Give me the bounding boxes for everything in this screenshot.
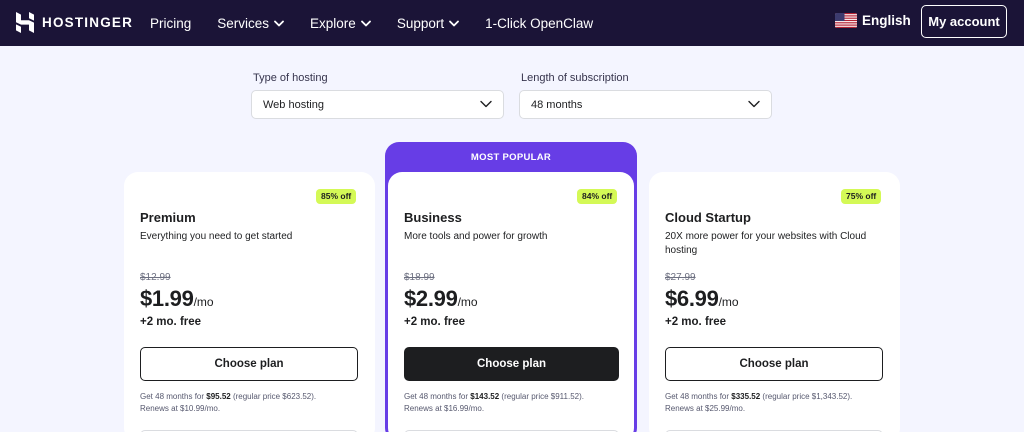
plan-price: $2.99/mo bbox=[404, 286, 478, 312]
renewal-rate: Renews at $10.99/mo. bbox=[140, 404, 221, 413]
nav-openclaw[interactable]: 1-Click OpenClaw bbox=[485, 16, 593, 31]
top-navbar: HOSTINGER Pricing Services Explore Suppo… bbox=[0, 0, 1024, 46]
discount-badge: 75% off bbox=[841, 189, 882, 204]
chevron-down-icon bbox=[449, 20, 460, 26]
plan-card-business: 84% off Business More tools and power fo… bbox=[388, 172, 634, 432]
nav-explore-label: Explore bbox=[310, 15, 356, 31]
chevron-down-icon bbox=[748, 100, 760, 108]
renewal-amount: $335.52 bbox=[731, 392, 761, 401]
plan-description: Everything you need to get started bbox=[140, 231, 293, 242]
most-popular-label: MOST POPULAR bbox=[470, 152, 552, 163]
discount-badge: 85% off bbox=[316, 189, 357, 204]
plan-price: $1.99/mo bbox=[140, 286, 214, 312]
logo-text: HOSTINGER bbox=[42, 15, 134, 30]
renewal-info: Get 48 months for $335.52 (regular price… bbox=[665, 391, 895, 415]
choose-plan-button[interactable]: Choose plan bbox=[140, 347, 358, 381]
price-period: /mo bbox=[193, 295, 214, 309]
plan-card-cloud-startup: 75% off Cloud Startup 20X more power for… bbox=[649, 172, 900, 432]
discount-badge: 84% off bbox=[577, 189, 618, 204]
subscription-length-select[interactable]: 48 months bbox=[519, 90, 772, 119]
my-account-button[interactable]: My account bbox=[921, 5, 1007, 38]
plan-description: 20X more power for your websites with Cl… bbox=[665, 231, 867, 256]
original-price: $27.99 bbox=[665, 272, 696, 283]
price-period: /mo bbox=[457, 295, 478, 309]
renewal-info: Get 48 months for $95.52 (regular price … bbox=[140, 391, 365, 415]
plan-name: Cloud Startup bbox=[665, 210, 751, 225]
plan-name: Premium bbox=[140, 210, 196, 225]
plan-name: Business bbox=[404, 210, 462, 225]
renewal-regular-price: (regular price $623.52). bbox=[230, 392, 317, 401]
hosting-type-label: Type of hosting bbox=[253, 72, 328, 84]
renewal-regular-price: (regular price $911.52). bbox=[499, 392, 584, 401]
chevron-down-icon bbox=[360, 20, 371, 26]
choose-plan-button[interactable]: Choose plan bbox=[665, 347, 883, 381]
nav-support[interactable]: Support bbox=[396, 15, 460, 31]
plan-card-premium: 85% off Premium Everything you need to g… bbox=[124, 172, 375, 432]
hosting-type-value: Web hosting bbox=[263, 98, 324, 111]
renewal-rate: Renews at $25.99/mo. bbox=[665, 404, 746, 413]
renewal-amount: $143.52 bbox=[470, 392, 500, 401]
nav-services[interactable]: Services bbox=[217, 16, 284, 31]
language-selector[interactable]: English bbox=[835, 13, 911, 28]
main-nav: Pricing Services Explore Support 1-Click… bbox=[150, 0, 619, 46]
renewal-text: Get 48 months for bbox=[140, 392, 207, 401]
nav-openclaw-label: 1-Click OpenClaw bbox=[485, 15, 594, 31]
nav-pricing[interactable]: Pricing bbox=[150, 16, 191, 31]
nav-explore[interactable]: Explore bbox=[310, 16, 371, 31]
free-months: +2 mo. free bbox=[404, 316, 466, 328]
chevron-down-icon bbox=[274, 20, 284, 26]
price-amount: $6.99 bbox=[665, 286, 719, 311]
price-amount: $2.99 bbox=[404, 286, 458, 311]
subscription-length-label: Length of subscription bbox=[521, 72, 629, 84]
us-flag-icon bbox=[835, 13, 857, 28]
original-price: $12.99 bbox=[140, 272, 171, 283]
nav-pricing-label: Pricing bbox=[150, 15, 192, 31]
renewal-text: Get 48 months for bbox=[404, 392, 471, 401]
renewal-rate: Renews at $16.99/mo. bbox=[404, 404, 485, 413]
language-label: English bbox=[862, 13, 911, 28]
plan-price: $6.99/mo bbox=[665, 286, 739, 312]
hostinger-logo[interactable]: HOSTINGER bbox=[16, 12, 133, 33]
original-price: $18.99 bbox=[404, 272, 435, 283]
nav-services-label: Services bbox=[217, 15, 270, 31]
price-amount: $1.99 bbox=[140, 286, 194, 311]
free-months: +2 mo. free bbox=[140, 316, 202, 328]
chevron-down-icon bbox=[480, 100, 492, 108]
hosting-type-select[interactable]: Web hosting bbox=[251, 90, 504, 119]
hostinger-logo-icon bbox=[16, 12, 34, 33]
price-period: /mo bbox=[718, 295, 739, 309]
choose-plan-button[interactable]: Choose plan bbox=[404, 347, 619, 381]
renewal-amount: $95.52 bbox=[206, 392, 231, 401]
plan-description: More tools and power for growth bbox=[404, 231, 548, 242]
renewal-text: Get 48 months for bbox=[665, 392, 732, 401]
renewal-info: Get 48 months for $143.52 (regular price… bbox=[404, 391, 629, 415]
free-months: +2 mo. free bbox=[665, 316, 727, 328]
nav-support-label: Support bbox=[396, 15, 445, 31]
subscription-length-value: 48 months bbox=[531, 98, 583, 111]
renewal-regular-price: (regular price $1,343.52). bbox=[760, 392, 853, 401]
